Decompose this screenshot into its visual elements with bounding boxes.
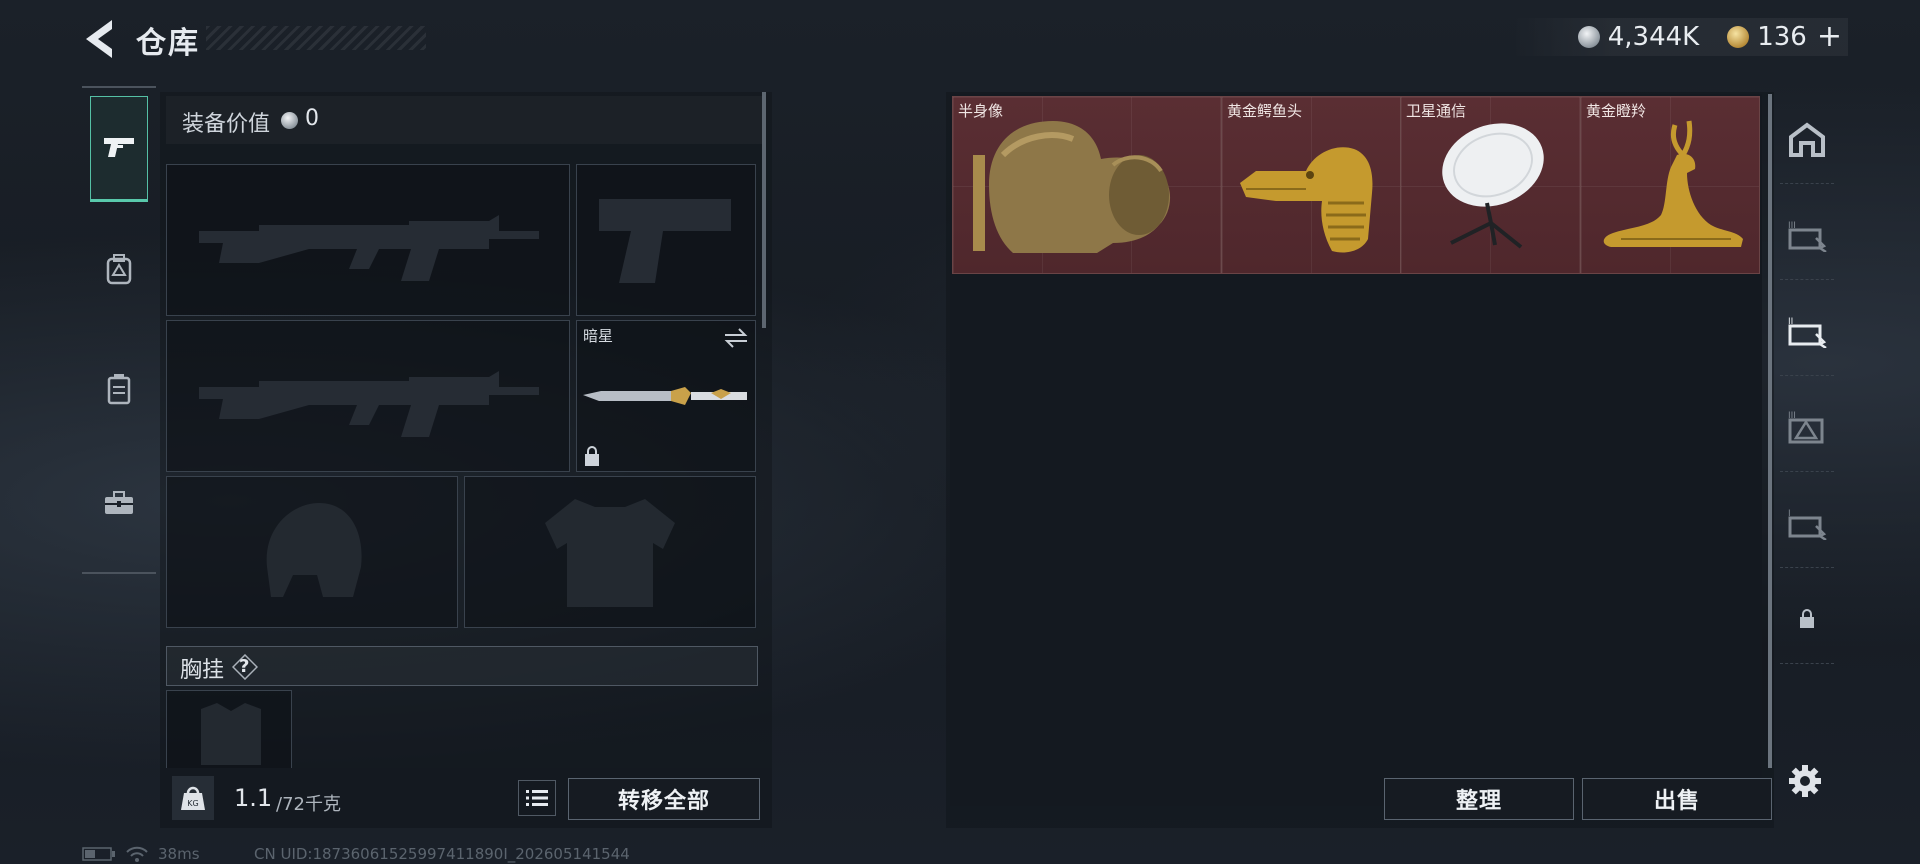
primary-weapon-slot[interactable] — [166, 164, 570, 316]
tab-weapons[interactable] — [90, 96, 148, 202]
storage-item-bust[interactable]: 半身像 — [953, 97, 1222, 273]
weight-icon: KG — [181, 786, 205, 810]
pistol-silhouette-icon — [599, 199, 731, 283]
weight-max: /72千克 — [276, 794, 341, 815]
transfer-all-button[interactable]: 转移全部 — [568, 778, 760, 820]
sell-button[interactable]: 出售 — [1582, 778, 1772, 820]
tab-toolbox[interactable] — [90, 450, 148, 556]
sort-button[interactable]: 整理 — [1384, 778, 1574, 820]
chest-rig-label: 胸挂 — [180, 658, 225, 683]
storage-1-icon: I — [1788, 509, 1827, 540]
storage-item-row: 半身像 黄金鳄鱼头 卫星通信 黄金瞪羚 — [952, 96, 1760, 274]
chest-rig-slot[interactable] — [166, 690, 292, 770]
gold-coin-icon — [1727, 26, 1750, 48]
back-arrow-icon — [86, 20, 112, 58]
item-name: 黄金瞪羚 — [1586, 102, 1647, 120]
silver-coin-icon — [281, 112, 298, 129]
tab-storage-1[interactable]: I — [1780, 478, 1834, 568]
storage-item-satellite[interactable]: 卫星通信 — [1401, 97, 1581, 273]
currency-bar: 4,344K 136 + — [1512, 18, 1848, 56]
equip-value-label: 装备价值 — [182, 112, 271, 137]
storage-item-golden-gazelle[interactable]: 黄金瞪羚 — [1581, 97, 1759, 273]
helmet-silhouette-icon — [266, 503, 362, 597]
tab-safe-house[interactable] — [1780, 94, 1834, 184]
tab-storage-warning[interactable]: III — [1780, 382, 1834, 472]
secondary-weapon-slot[interactable] — [166, 320, 570, 472]
helmet-slot[interactable] — [166, 476, 458, 628]
tab-storage-2[interactable]: II — [1780, 286, 1834, 376]
gear-icon — [1789, 765, 1821, 797]
swap-icon[interactable] — [723, 327, 749, 349]
status-bar: 38ms — [82, 844, 200, 864]
storage-tabs: III II III I — [1780, 94, 1834, 674]
satellite-dish-icon — [1442, 123, 1544, 249]
equip-value: 0 — [305, 106, 319, 131]
bust-statue-icon — [973, 121, 1171, 253]
settings-button[interactable] — [1788, 764, 1822, 798]
add-currency-button[interactable]: + — [1817, 22, 1842, 52]
page-title: 仓库 — [136, 26, 200, 61]
rifle-silhouette-icon — [199, 215, 539, 281]
armor-silhouette-icon — [545, 499, 675, 607]
safe-house-icon — [1789, 122, 1825, 157]
melee-slot[interactable]: 暗星 — [576, 320, 756, 472]
tab-case[interactable] — [90, 336, 148, 442]
backpack-icon — [106, 254, 132, 285]
weight-current: 1.1 — [234, 784, 273, 812]
back-button[interactable] — [82, 18, 118, 60]
rifle-silhouette-icon — [199, 371, 539, 437]
storage-2-icon: II — [1788, 317, 1827, 348]
pistol-icon — [104, 138, 134, 157]
case-icon — [107, 374, 131, 405]
sidearm-slot[interactable] — [576, 164, 756, 316]
gold-currency-value: 136 — [1757, 22, 1807, 52]
toolbox-icon — [105, 491, 133, 514]
uid-text: CN UID:18736061525997411890I_20260514154… — [254, 845, 630, 863]
golden-gazelle-icon — [1603, 120, 1743, 247]
item-name: 黄金鳄鱼头 — [1227, 102, 1303, 120]
storage-warning-icon: III — [1788, 411, 1824, 443]
lock-icon — [585, 446, 599, 466]
tab-backpack[interactable] — [90, 216, 148, 322]
tab-locked[interactable] — [1780, 574, 1834, 664]
storage-scrollbar[interactable] — [1768, 94, 1772, 768]
wifi-icon — [126, 846, 148, 862]
loadout-scrollbar[interactable] — [762, 92, 766, 328]
item-name: 卫星通信 — [1406, 102, 1467, 120]
tab-storage-3[interactable]: III — [1780, 190, 1834, 280]
silver-coin-icon — [1577, 26, 1600, 48]
ping-value: 38ms — [158, 845, 200, 863]
storage-3-icon: III — [1788, 221, 1827, 252]
help-button[interactable]: ? — [231, 653, 259, 681]
title-decoration — [206, 26, 426, 50]
help-mark: ? — [239, 656, 250, 677]
lock-icon — [1800, 608, 1814, 628]
melee-name: 暗星 — [583, 327, 614, 345]
weight-icon-box: KG — [172, 776, 214, 820]
storage-item-golden-crocodile-head[interactable]: 黄金鳄鱼头 — [1222, 97, 1401, 273]
body-armor-slot[interactable] — [464, 476, 756, 628]
list-icon — [526, 790, 548, 806]
list-view-button[interactable] — [518, 780, 556, 816]
knife-icon — [583, 387, 747, 405]
chest-rig-silhouette-icon — [201, 703, 261, 765]
golden-crocodile-head-icon — [1240, 147, 1373, 253]
item-name: 半身像 — [958, 102, 1004, 120]
left-category-tabs — [82, 86, 156, 574]
svg-text:KG: KG — [187, 799, 198, 808]
silver-currency-value: 4,344K — [1607, 22, 1700, 52]
battery-icon — [82, 847, 115, 861]
